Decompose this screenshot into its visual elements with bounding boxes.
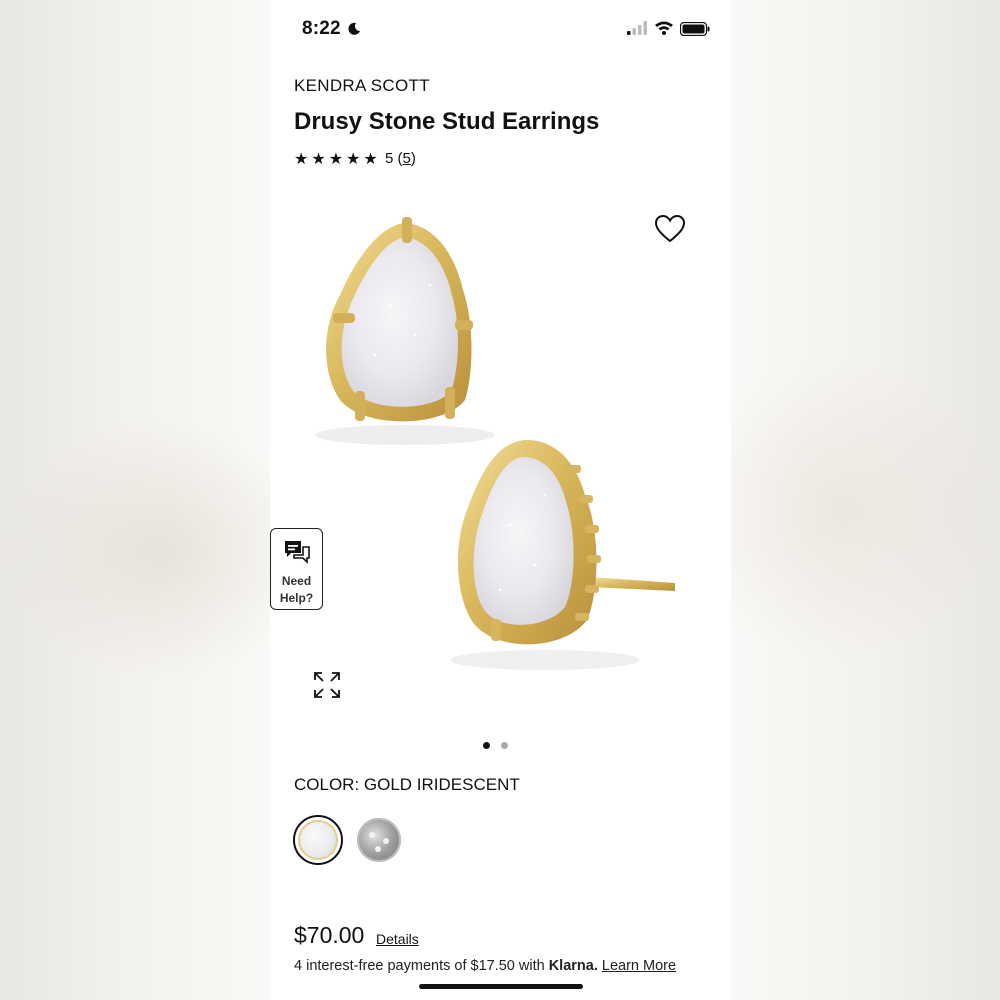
product-image[interactable] <box>295 195 715 725</box>
moon-icon <box>348 22 360 35</box>
background-blur-right <box>730 360 1000 660</box>
signal-icon <box>627 21 647 35</box>
installments-prefix: 4 interest-free payments of $17.50 with <box>294 958 549 974</box>
status-time: 8:22 <box>302 18 341 39</box>
rating-stars: ★★★★★ <box>294 151 381 168</box>
product-title: Drusy Stone Stud Earrings <box>294 108 600 135</box>
carousel-dot-2[interactable] <box>501 742 509 749</box>
swatch-silver-drusy[interactable] <box>357 818 401 862</box>
brand-name[interactable]: KENDRA SCOTT <box>294 76 430 96</box>
carousel-dot-1[interactable] <box>483 742 490 749</box>
wifi-icon <box>655 21 673 35</box>
phone-screen: 8:22 KENDRA SCOTT Drusy Stone Stud Earri… <box>270 0 731 1000</box>
klarna-logo: Klarna. <box>548 958 598 974</box>
need-help-line2: Help? <box>279 591 314 605</box>
color-label: COLOR: GOLD IRIDESCENT <box>294 775 520 794</box>
learn-more-link[interactable]: Learn More <box>602 958 676 974</box>
carousel-dots <box>483 736 515 754</box>
rating-value: 5 <box>385 150 394 167</box>
home-indicator[interactable] <box>419 984 583 989</box>
details-link[interactable]: Details <box>376 931 419 947</box>
heart-icon[interactable] <box>654 214 686 244</box>
sparkle <box>375 846 381 852</box>
sparkle <box>383 838 389 844</box>
installments-text: 4 interest-free payments of $17.50 with … <box>294 958 676 974</box>
chat-icon <box>285 541 310 564</box>
need-help-button[interactable]: Need Help? <box>270 528 323 610</box>
expand-icon[interactable] <box>313 671 341 699</box>
sparkle <box>369 832 375 838</box>
price: $70.00 <box>294 922 365 948</box>
swatch-gold-iridescent[interactable] <box>293 815 343 865</box>
rating-count-link[interactable]: 5 <box>403 150 411 167</box>
battery-icon <box>680 22 710 36</box>
background-blur-left <box>0 420 270 680</box>
need-help-label: Need Help? <box>271 573 322 607</box>
swatch-gold-iridescent-stone <box>298 820 338 860</box>
need-help-line1: Need <box>281 574 312 588</box>
rating-summary[interactable]: 5 (5) <box>385 150 416 167</box>
